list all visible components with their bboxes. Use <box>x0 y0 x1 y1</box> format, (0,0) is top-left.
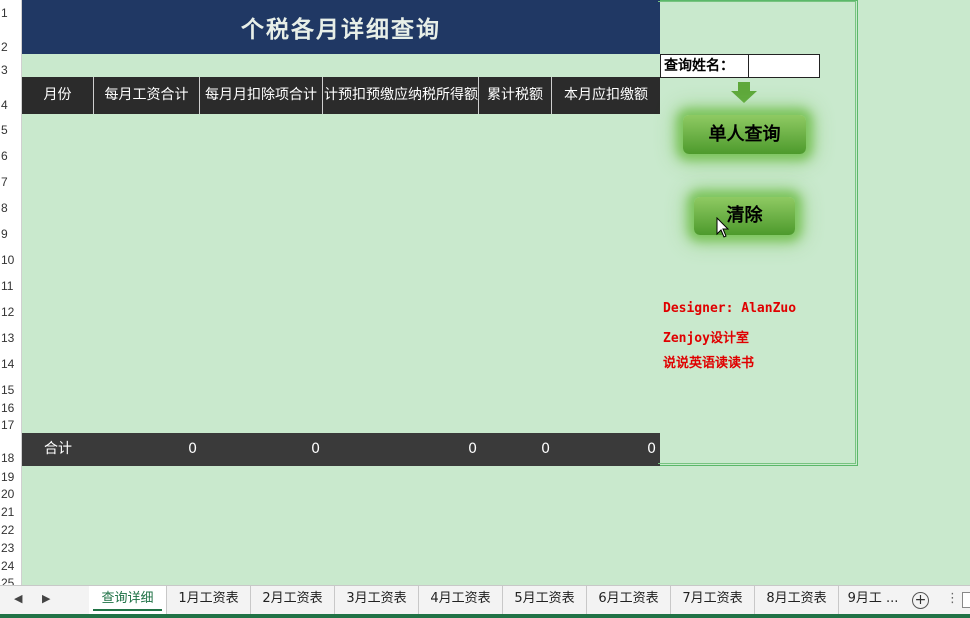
row-number[interactable]: 18 <box>0 452 22 464</box>
sheet-tab[interactable]: 4月工资表 <box>419 586 503 614</box>
sheet-tab[interactable]: 6月工资表 <box>587 586 671 614</box>
column-header-monthly-withholding[interactable]: 本月应扣缴额 <box>552 77 660 114</box>
row-number[interactable]: 22 <box>0 524 22 536</box>
total-salary-value[interactable]: 0 <box>122 433 197 466</box>
sheet-tab[interactable]: 7月工资表 <box>671 586 755 614</box>
row-number[interactable]: 5 <box>0 124 22 136</box>
total-taxable-value[interactable]: 0 <box>402 433 477 466</box>
sheet-tab-active[interactable]: 查询详细 <box>89 586 167 614</box>
row-number[interactable]: 20 <box>0 488 22 500</box>
row-number[interactable]: 7 <box>0 176 22 188</box>
row-number[interactable]: 12 <box>0 306 22 318</box>
total-deduction-value[interactable]: 0 <box>242 433 320 466</box>
row-number[interactable]: 13 <box>0 332 22 344</box>
scroll-tabs-right-icon[interactable]: ▶ <box>42 592 50 605</box>
row-number[interactable]: 10 <box>0 254 22 266</box>
column-header-taxable-income[interactable]: 累计预扣预缴应纳税所得额 <box>323 77 479 114</box>
column-header-month[interactable]: 月份 <box>22 77 94 114</box>
sheet-tab[interactable]: 1月工资表 <box>167 586 251 614</box>
more-options-icon[interactable]: ⋮ <box>946 591 959 606</box>
arrow-down-icon <box>731 82 757 103</box>
row-number[interactable]: 8 <box>0 202 22 214</box>
credit-designer: Designer: AlanZuo <box>663 301 797 316</box>
row-number[interactable]: 11 <box>0 280 22 292</box>
split-handle-icon[interactable] <box>962 592 970 608</box>
sheet-tab[interactable]: 5月工资表 <box>503 586 587 614</box>
row-number[interactable]: 21 <box>0 506 22 518</box>
table-total-row: 合计 0 0 0 0 0 <box>22 433 660 466</box>
row-number[interactable]: 23 <box>0 542 22 554</box>
sheet-tab[interactable]: 8月工资表 <box>755 586 839 614</box>
row-number[interactable]: 2 <box>0 41 22 53</box>
column-header-salary[interactable]: 每月工资合计 <box>94 77 200 114</box>
query-name-input[interactable] <box>748 54 820 78</box>
row-number[interactable]: 17 <box>0 419 22 431</box>
row-number[interactable]: 4 <box>0 99 22 111</box>
total-withholding-value[interactable]: 0 <box>582 433 656 466</box>
mouse-cursor-icon <box>716 217 730 238</box>
add-sheet-icon[interactable]: + <box>912 592 929 609</box>
column-header-cumulative-tax[interactable]: 累计税额 <box>479 77 552 114</box>
row-number[interactable]: 3 <box>0 64 22 76</box>
credit-studio: Zenjoy设计室 <box>663 331 749 346</box>
table-header-row: 月份 每月工资合计 每月月扣除项合计 累计预扣预缴应纳税所得额 累计税额 本月应… <box>22 77 660 114</box>
row-header-column: 1 2 3 4 5 6 7 8 9 10 11 12 13 14 15 16 1… <box>0 0 22 589</box>
row-number[interactable]: 19 <box>0 471 22 483</box>
row-number[interactable]: 6 <box>0 150 22 162</box>
column-header-deduction[interactable]: 每月月扣除项合计 <box>200 77 323 114</box>
row-number[interactable]: 1 <box>0 7 22 19</box>
clear-button[interactable]: 清除 <box>694 197 795 235</box>
row-number[interactable]: 14 <box>0 358 22 370</box>
status-strip <box>0 614 970 618</box>
total-label[interactable]: 合计 <box>44 433 104 466</box>
row-number[interactable]: 16 <box>0 402 22 414</box>
query-name-label: 查询姓名： <box>660 54 748 78</box>
scroll-tabs-left-icon[interactable]: ◀ <box>14 592 22 605</box>
total-tax-value[interactable]: 0 <box>482 433 550 466</box>
single-query-button[interactable]: 单人查询 <box>683 115 806 154</box>
sheet-tab-truncated[interactable]: 9月工 ... <box>839 586 907 614</box>
page-title-banner: 个税各月详细查询 <box>22 0 660 54</box>
sheet-tab[interactable]: 3月工资表 <box>335 586 419 614</box>
sheet-tab[interactable]: 2月工资表 <box>251 586 335 614</box>
credit-tagline: 说说英语读读书 <box>663 356 755 371</box>
row-number[interactable]: 24 <box>0 560 22 572</box>
page-title: 个税各月详细查询 <box>241 16 441 43</box>
row-number[interactable]: 15 <box>0 384 22 396</box>
row-number[interactable]: 9 <box>0 228 22 240</box>
